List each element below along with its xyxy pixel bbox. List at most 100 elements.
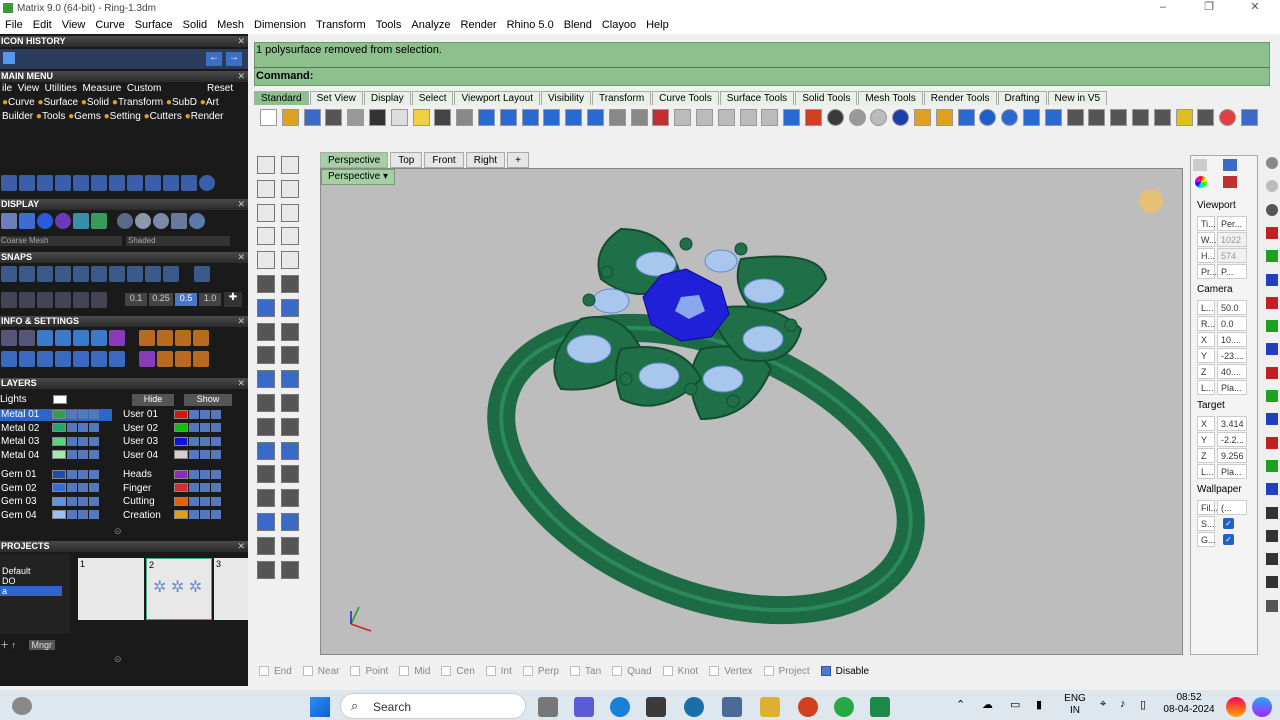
property-row[interactable]: R... 0.0 [1197,316,1251,331]
fr-red-arrow-icon[interactable] [1266,226,1278,239]
layer-visible-icon[interactable] [78,436,88,446]
fr-red-pair-icon[interactable] [1266,436,1278,449]
layer-print-icon[interactable] [89,510,99,520]
property-row[interactable]: Z 9.256 [1197,448,1251,463]
grid-icon[interactable] [630,109,648,126]
scale-icon[interactable] [109,175,125,191]
info-g-icon[interactable] [175,351,192,367]
sun-icon[interactable] [914,109,931,126]
fr-green-pair-icon[interactable] [1266,459,1278,472]
layer-lock-icon[interactable] [67,483,77,493]
mm-cutters[interactable]: Cutters [150,111,182,122]
property-value[interactable]: P... [1217,264,1247,279]
projects-header[interactable]: PROJECTS ✕ [0,541,248,552]
menu-edit[interactable]: Edit [28,19,57,31]
layer-color-swatch[interactable] [52,436,66,446]
property-value[interactable]: 574 [1217,248,1247,263]
property-value[interactable]: Pla... [1217,464,1247,479]
osnap-perp[interactable]: Perp [522,666,559,677]
cube-icon[interactable] [109,330,125,346]
cylinder-solid-icon[interactable] [257,322,275,341]
layer-lock-icon[interactable] [189,483,199,493]
shade-select[interactable]: Shaded [126,236,230,246]
icon-history-header[interactable]: ICON HISTORY ✕ [0,36,248,47]
flow-icon[interactable] [73,175,89,191]
mm-art[interactable]: Art [206,97,219,108]
box-solid-icon[interactable] [257,298,275,317]
osnap-checkbox[interactable] [820,666,831,676]
chrome-sphere-icon[interactable] [848,109,866,126]
project-up-icon[interactable]: ↑ [12,640,17,650]
matrix-app-icon[interactable] [870,697,890,717]
layer-color-swatch[interactable] [174,496,188,506]
layer-lock-icon[interactable] [67,436,77,446]
command-prompt[interactable]: Command: [256,70,313,82]
display-metal-icon[interactable] [135,213,152,229]
mm-view[interactable]: View [18,83,40,94]
display-ghost-icon[interactable] [73,213,89,229]
move-icon[interactable] [1,175,17,191]
ellipse-icon[interactable] [281,203,299,222]
task-view-icon[interactable] [538,697,558,717]
history-back-button[interactable]: ← [206,52,222,66]
zoom-window-icon[interactable] [521,109,539,126]
display-wire-icon[interactable] [1,213,17,229]
color-icon[interactable] [1175,109,1193,126]
tray-chevron-icon[interactable]: ⌃ [956,698,965,711]
osnap-checkbox[interactable] [570,666,581,676]
property-value[interactable]: 0.0 [1217,316,1247,331]
layer-visible-icon[interactable] [78,483,88,493]
info-e-icon[interactable] [139,351,156,367]
info-b-icon[interactable] [157,330,174,346]
panel-icon[interactable] [1241,109,1258,126]
fr-blue-down-icon[interactable] [1266,343,1278,356]
osnap-checkbox[interactable] [612,666,623,676]
recorder-icon[interactable] [798,697,818,717]
hide-button[interactable]: Hide [132,394,174,406]
cage-icon[interactable] [181,175,197,191]
layer-color-swatch[interactable] [52,483,66,493]
zoom-extents-icon[interactable] [543,109,561,126]
select-arrow-icon[interactable] [257,156,275,174]
menu-solid[interactable]: Solid [178,19,212,31]
boolean-union-icon[interactable] [257,370,275,389]
layer-print-icon[interactable] [89,423,99,433]
layer-color-swatch[interactable] [52,496,66,506]
snap-diamond-icon[interactable] [73,292,89,308]
tray-battery-level-icon[interactable]: ▯ [1140,698,1146,711]
layer-row[interactable]: Heads [122,469,238,481]
layer-visible-icon[interactable] [200,409,210,419]
osnap-checkbox[interactable] [522,666,533,676]
panel-material-icon[interactable] [1223,176,1237,188]
property-row[interactable]: Ti... Per... [1197,216,1251,231]
property-row[interactable]: L... Pla... [1197,464,1251,479]
osnap-near[interactable]: Near [302,666,339,677]
property-value[interactable]: 10.... [1217,332,1247,347]
layer-color-swatch[interactable] [174,469,188,479]
history-forward-button[interactable]: → [226,52,242,66]
print-icon[interactable] [325,109,343,126]
property-row[interactable]: Fil... (... [1197,500,1251,515]
rotate-icon[interactable] [19,175,35,191]
property-value[interactable]: 50.0 [1217,300,1247,315]
layer-row[interactable]: Creation [122,510,238,522]
twist-icon[interactable] [37,175,53,191]
osnap-checkbox[interactable] [441,666,452,676]
surface-edge-icon[interactable] [257,275,275,293]
display-header[interactable]: DISPLAY ✕ [0,199,248,210]
layer-visible-icon[interactable] [78,510,88,520]
window-icon[interactable] [109,351,125,367]
layer-lock-icon[interactable] [189,436,199,446]
taskbar-search[interactable]: ⌕ Search [340,693,526,719]
layer-row[interactable]: Gem 04 [0,510,112,522]
car-view-icon[interactable] [652,109,670,126]
tab-viewport-layout[interactable]: Viewport Layout [454,91,541,105]
four-viewports-icon[interactable] [608,109,626,126]
bar-icon[interactable] [19,351,35,367]
display-light-icon[interactable] [19,213,35,229]
spheres-icon[interactable] [1001,109,1019,126]
whatsapp-icon[interactable] [834,697,854,717]
snap-cen-icon[interactable] [73,266,89,282]
mm-render[interactable]: Render [191,111,224,122]
unlock-icon[interactable] [761,109,779,126]
